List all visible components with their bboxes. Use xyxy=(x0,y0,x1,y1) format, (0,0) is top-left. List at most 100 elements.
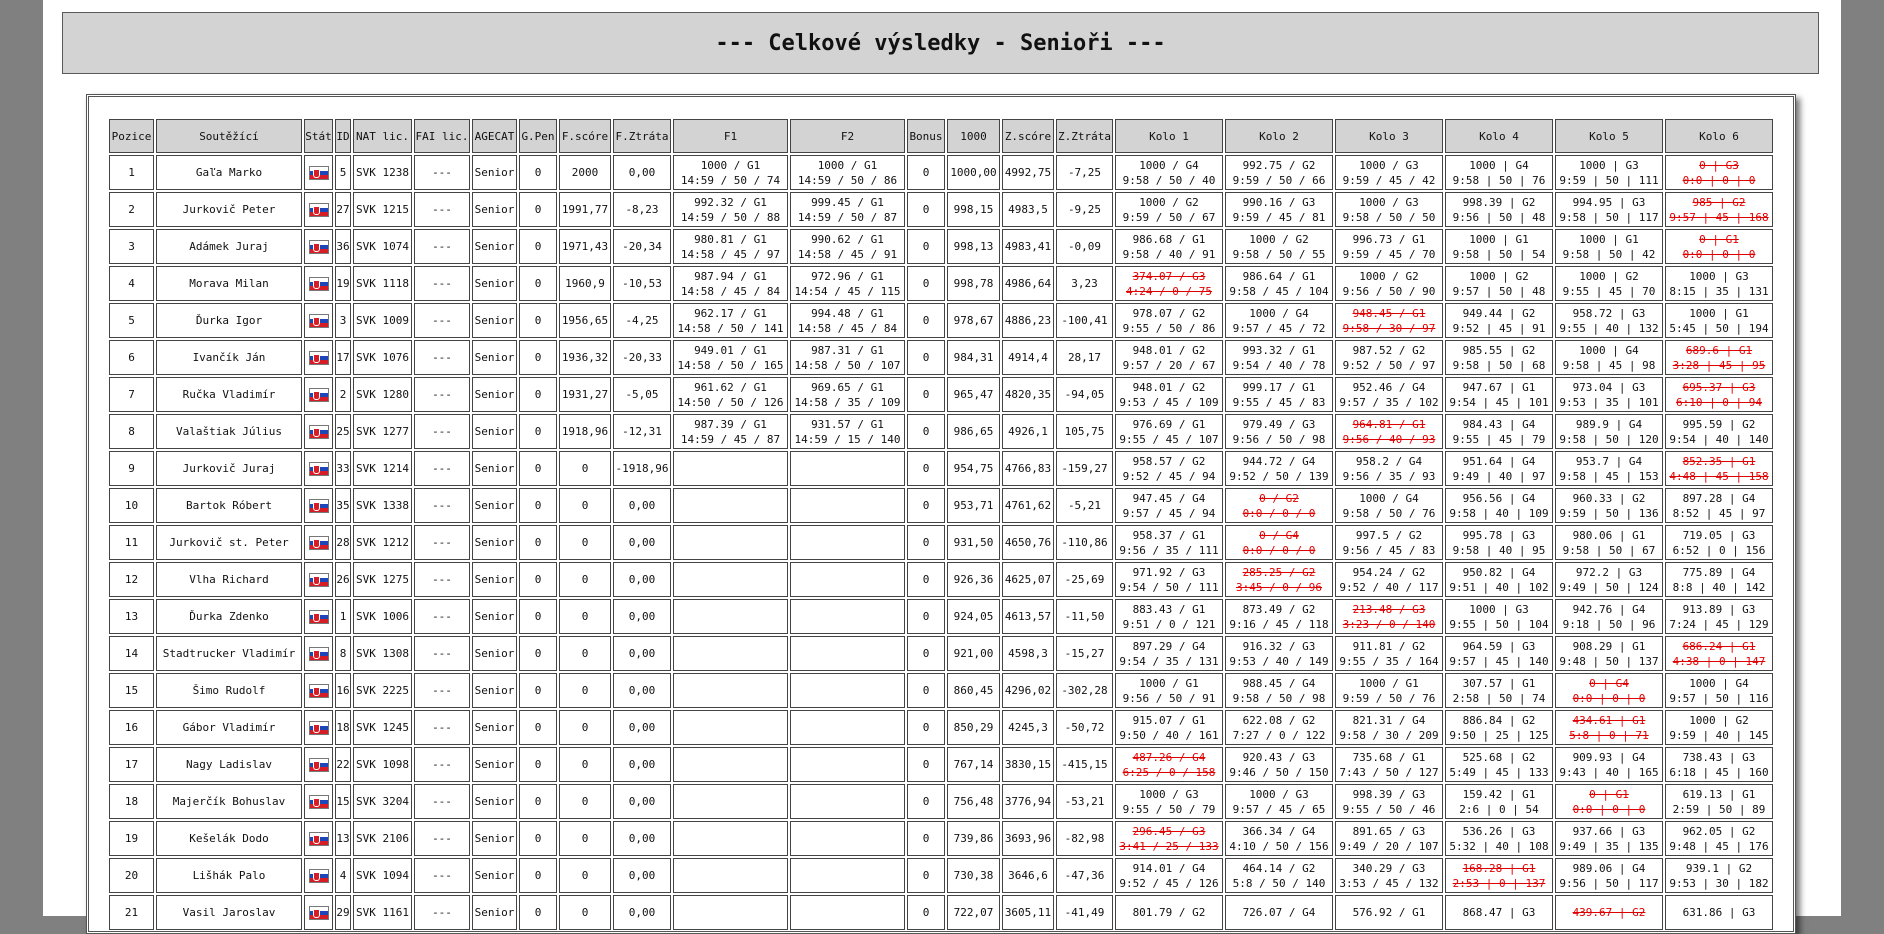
column-header-f-ztr-ta[interactable]: F.Ztráta xyxy=(613,119,671,153)
table-row: 4 Morava Milan 19 SVK 1118 --- Senior 0 1960,9-… xyxy=(109,266,1773,301)
f1-cell xyxy=(673,747,788,782)
result-line: 5:8 | 0 | 71 xyxy=(1569,728,1649,742)
round-3-cell: 1000 / G3 9:58 / 50 / 50 xyxy=(1335,192,1443,227)
fai-license-cell: --- xyxy=(414,229,470,264)
f2-cell: 987.31 / G1 14:58 / 50 / 107 xyxy=(790,340,905,375)
result-line: 9:55 | 45 | 70 xyxy=(1562,284,1656,298)
result-line: 1000 / G4 xyxy=(1139,158,1199,172)
slovakia-flag-icon xyxy=(308,388,329,402)
round-3-cell: 1000 / G4 9:58 / 50 / 76 xyxy=(1335,488,1443,523)
round-2-cell: 1000 / G3 9:57 / 45 / 65 xyxy=(1225,784,1333,819)
column-header-g-pen[interactable]: G.Pen xyxy=(519,119,557,153)
result-line: 9:55 / 50 / 86 xyxy=(1122,321,1216,335)
result-line: 14:58 / 45 / 97 xyxy=(680,247,781,261)
g-pen-cell: 0 xyxy=(519,599,557,634)
result-line: 852.35 | G1 xyxy=(1682,454,1756,468)
f-score-cell: 0 xyxy=(559,710,611,745)
column-header-sout-c-[interactable]: Soutěžící xyxy=(156,119,302,153)
z-loss-cell: 105,75 xyxy=(1056,414,1113,449)
column-header-kolo-6[interactable]: Kolo 6 xyxy=(1665,119,1773,153)
table-row: 17 Nagy Ladislav 22 SVK 1098 --- Senior 0 0 0,00… xyxy=(109,747,1773,782)
result-line: 0:0 | 0 | 0 xyxy=(1572,691,1646,705)
result-line: 366.34 / G4 xyxy=(1242,824,1316,838)
result-line: 972.96 / G1 xyxy=(811,269,884,283)
round-2-cell: 990.16 / G3 9:59 / 45 / 81 xyxy=(1225,192,1333,227)
column-header-kolo-2[interactable]: Kolo 2 xyxy=(1225,119,1333,153)
table-row: 20 Lišhák Palo 4 SVK 1094 --- Senior 0 0 0,00 0 73… xyxy=(109,858,1773,893)
round-2-cell: 993.32 / G1 9:54 / 40 / 78 xyxy=(1225,340,1333,375)
f-loss-cell: 0,00 xyxy=(613,784,671,819)
f1-cell xyxy=(673,858,788,893)
competitor-name: Ďurka Zdenko xyxy=(156,599,302,634)
result-line: 1000 / G1 xyxy=(1359,676,1419,690)
round-1-cell: 1000 / G1 9:56 / 50 / 91 xyxy=(1115,673,1223,708)
nat-license-cell: SVK 1074 xyxy=(353,229,412,264)
g-pen-cell: 0 xyxy=(519,340,557,375)
result-line: 9:58 | 50 | 76 xyxy=(1452,173,1546,187)
column-header-z-ztr-ta[interactable]: Z.Ztráta xyxy=(1056,119,1113,153)
result-line: 9:56 / 50 / 90 xyxy=(1342,284,1436,298)
result-line: 987.31 / G1 xyxy=(811,343,884,357)
column-header-agecat[interactable]: AGECAT xyxy=(472,119,517,153)
result-line: 942.76 | G4 xyxy=(1572,602,1646,616)
column-header-st-t[interactable]: Stát xyxy=(304,119,333,153)
slovakia-flag-icon xyxy=(308,647,329,661)
result-line: 1000 / G1 xyxy=(817,158,878,172)
result-line: 622.08 / G2 xyxy=(1242,713,1316,727)
position-cell: 7 xyxy=(109,377,154,412)
round-6-cell: 631.86 | G3 xyxy=(1665,895,1773,930)
result-line: 0 / G4 xyxy=(1259,528,1299,542)
table-row: 6 Ivančík Ján 17 SVK 1076 --- Senior 0 1936,32-… xyxy=(109,340,1773,375)
position-cell: 2 xyxy=(109,192,154,227)
column-header-pozice[interactable]: Pozice xyxy=(109,119,154,153)
round-1-cell: 948.01 / G2 9:57 / 20 / 67 xyxy=(1115,340,1223,375)
result-line: 7:27 / 0 / 122 xyxy=(1232,728,1326,742)
f-loss-cell: 0,00 xyxy=(613,710,671,745)
column-header-kolo-4[interactable]: Kolo 4 xyxy=(1445,119,1553,153)
column-header-f2[interactable]: F2 xyxy=(790,119,905,153)
nat-license-cell: SVK 1275 xyxy=(353,562,412,597)
round-4-cell: 886.84 | G2 9:50 | 25 | 125 xyxy=(1445,710,1553,745)
round-6-cell: 995.59 | G2 9:54 | 40 | 140 xyxy=(1665,414,1773,449)
result-line: 1000 | G3 xyxy=(1689,269,1749,283)
slovakia-flag-icon xyxy=(308,425,329,439)
result-line: 9:59 | 50 | 111 xyxy=(1559,173,1659,187)
round-3-cell: 213.48 / G3 3:23 / 0 / 140 xyxy=(1335,599,1443,634)
bonus-cell: 0 xyxy=(907,155,945,190)
round-3-cell: 952.46 / G4 9:57 / 35 / 102 xyxy=(1335,377,1443,412)
column-header-kolo-1[interactable]: Kolo 1 xyxy=(1115,119,1223,153)
round-6-cell: 913.89 | G3 7:24 | 45 | 129 xyxy=(1665,599,1773,634)
column-header-f-sc-re[interactable]: F.scóre xyxy=(559,119,611,153)
result-line: 9:52 / 40 / 117 xyxy=(1339,580,1439,594)
column-header-f1[interactable]: F1 xyxy=(673,119,788,153)
result-line: 689.6 | G1 xyxy=(1685,343,1753,357)
agecat-cell: Senior xyxy=(472,673,517,708)
column-header-fai-lic-[interactable]: FAI lic. xyxy=(414,119,470,153)
round-5-cell: 953.7 | G4 9:58 | 45 | 153 xyxy=(1555,451,1663,486)
country-cell xyxy=(304,747,333,782)
round-3-cell: 735.68 / G1 7:43 / 50 / 127 xyxy=(1335,747,1443,782)
result-line: 2:58 | 50 | 74 xyxy=(1452,691,1546,705)
result-line: 998.39 | G2 xyxy=(1462,195,1536,209)
score-1000-cell: 730,38 xyxy=(947,858,1000,893)
column-header-bonus[interactable]: Bonus xyxy=(907,119,945,153)
bonus-cell: 0 xyxy=(907,488,945,523)
f-score-cell: 0 xyxy=(559,525,611,560)
result-line: 1000 | G2 xyxy=(1469,269,1529,283)
column-header-nat-lic-[interactable]: NAT lic. xyxy=(353,119,412,153)
column-header-kolo-5[interactable]: Kolo 5 xyxy=(1555,119,1663,153)
f2-cell xyxy=(790,821,905,856)
round-1-cell: 1000 / G2 9:59 / 50 / 67 xyxy=(1115,192,1223,227)
column-header-1000[interactable]: 1000 xyxy=(947,119,1000,153)
fai-license-cell: --- xyxy=(414,451,470,486)
result-line: 9:59 / 50 / 76 xyxy=(1342,691,1436,705)
column-header-z-sc-re[interactable]: Z.scóre xyxy=(1002,119,1054,153)
result-line: 6:10 | 0 | 94 xyxy=(1675,395,1763,409)
result-line: 9:58 | 40 | 95 xyxy=(1452,543,1546,557)
table-row: 15 Šimo Rudolf 16 SVK 2225 --- Senior 0 0 0,00 0 8… xyxy=(109,673,1773,708)
result-line: 985.55 | G2 xyxy=(1462,343,1536,357)
column-header-id[interactable]: ID xyxy=(335,119,351,153)
result-line: 971.92 / G3 xyxy=(1132,565,1206,579)
result-line: 9:51 / 0 / 121 xyxy=(1122,617,1216,631)
column-header-kolo-3[interactable]: Kolo 3 xyxy=(1335,119,1443,153)
